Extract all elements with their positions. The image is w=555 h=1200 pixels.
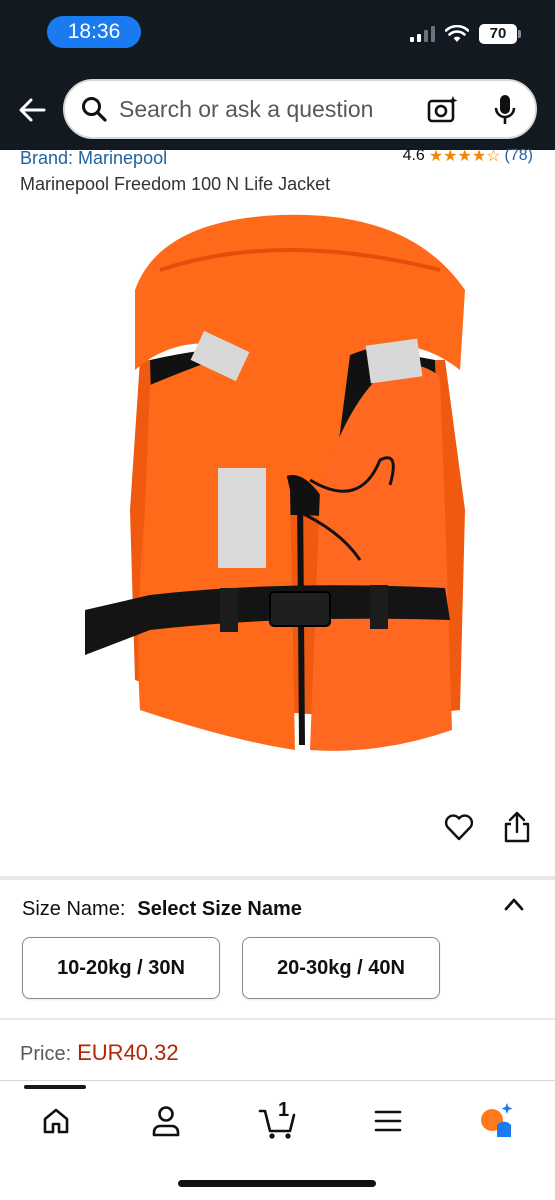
share-icon[interactable] xyxy=(502,810,532,844)
home-icon xyxy=(43,1108,69,1134)
microphone-icon[interactable] xyxy=(493,93,517,127)
price-value: EUR40.32 xyxy=(77,1040,179,1065)
top-header: 18:36 70 xyxy=(0,0,555,150)
camera-search-icon[interactable] xyxy=(427,95,459,125)
status-icons: 70 xyxy=(410,20,521,48)
active-tab-indicator xyxy=(24,1085,86,1089)
nav-menu[interactable] xyxy=(368,1101,408,1141)
price-row: Price: EUR40.32 xyxy=(20,1040,179,1066)
hamburger-menu-icon xyxy=(374,1110,402,1132)
person-icon xyxy=(152,1106,180,1137)
price-label: Price: xyxy=(20,1043,72,1065)
status-time: 18:36 xyxy=(47,16,141,48)
nav-rufus-assistant[interactable] xyxy=(477,1101,517,1141)
home-gesture-bar[interactable] xyxy=(178,1180,376,1187)
wifi-icon xyxy=(445,25,469,42)
size-option-20-30kg[interactable]: 20-30kg / 40N xyxy=(242,937,440,999)
search-icon xyxy=(82,97,107,122)
rating-summary[interactable]: 4.6 ★★★★☆ (78) xyxy=(403,146,533,166)
size-option-10-20kg[interactable]: 10-20kg / 30N xyxy=(22,937,220,999)
review-count[interactable]: (78) xyxy=(505,147,533,165)
nav-account[interactable] xyxy=(146,1101,186,1141)
product-title: Marinepool Freedom 100 N Life Jacket xyxy=(20,174,331,194)
star-rating-icon: ★★★★☆ xyxy=(428,148,501,165)
product-image[interactable] xyxy=(80,210,480,770)
chevron-up-icon[interactable] xyxy=(503,896,525,912)
heart-icon[interactable] xyxy=(444,812,474,842)
search-input[interactable] xyxy=(119,95,409,123)
brand-link[interactable]: Brand: Marinepool xyxy=(20,148,167,169)
size-label: Size Name: xyxy=(22,898,126,920)
search-bar[interactable] xyxy=(63,79,537,139)
cart-count-badge: 1 xyxy=(278,1099,290,1121)
battery-indicator: 70 xyxy=(479,24,521,44)
size-selected-value: Select Size Name xyxy=(137,898,302,920)
section-divider xyxy=(0,1018,555,1020)
nav-cart[interactable]: 1 xyxy=(256,1099,300,1141)
rating-value: 4.6 xyxy=(402,147,425,164)
section-divider xyxy=(0,876,555,880)
rufus-assistant-icon xyxy=(481,1103,513,1137)
nav-home[interactable] xyxy=(36,1101,76,1141)
cellular-signal-icon xyxy=(410,26,435,42)
back-arrow-icon[interactable] xyxy=(14,92,50,128)
size-selector-label: Size Name: Select Size Name xyxy=(22,898,302,921)
